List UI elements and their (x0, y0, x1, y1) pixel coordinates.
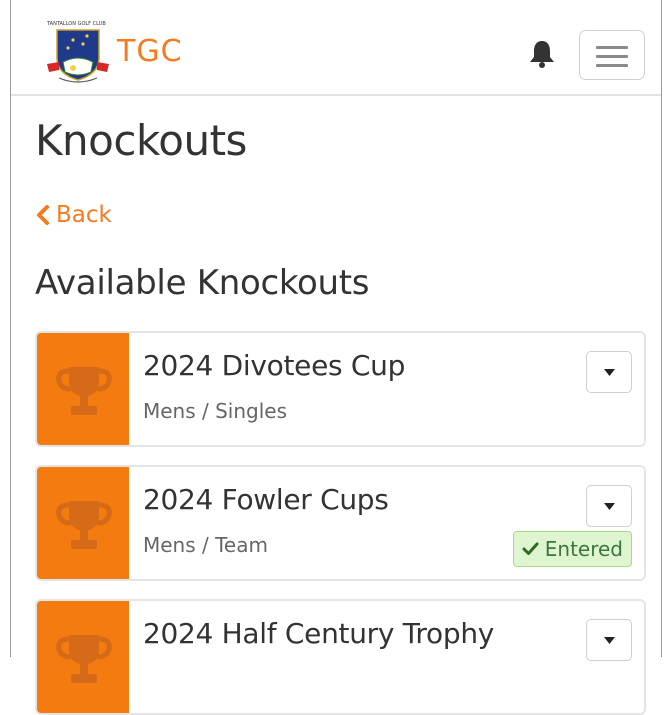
knockout-card[interactable]: 2024 Fowler Cups Mens / Team Entered (35, 465, 646, 581)
bell-icon[interactable] (527, 38, 557, 70)
trophy-icon (56, 635, 112, 683)
knockout-subtitle: Mens / Team (143, 533, 268, 557)
page-title: Knockouts (35, 116, 247, 165)
logo-text: TANTALLON GOLF CLUB (46, 21, 106, 27)
knockout-dropdown-button[interactable] (586, 485, 632, 527)
entered-status-badge: Entered (512, 531, 632, 567)
entered-status-label: Entered (544, 537, 623, 561)
frame-right-border (661, 0, 662, 657)
knockout-title[interactable]: 2024 Half Century Trophy (143, 617, 494, 650)
caret-down-icon (604, 503, 615, 510)
caret-down-icon (604, 637, 615, 644)
frame-left-border (10, 0, 11, 657)
knockout-dropdown-button[interactable] (586, 619, 632, 661)
knockout-card[interactable]: 2024 Half Century Trophy (35, 599, 646, 715)
knockout-thumbnail (37, 467, 129, 579)
top-navbar: TANTALLON GOLF CLUB TGC (11, 0, 661, 96)
hamburger-icon-bar (596, 55, 628, 58)
knockout-title[interactable]: 2024 Fowler Cups (143, 483, 389, 516)
brand-name[interactable]: TGC (117, 34, 183, 69)
chevron-left-icon (37, 205, 49, 225)
section-title: Available Knockouts (35, 263, 370, 303)
back-link[interactable]: Back (36, 202, 112, 228)
knockout-card[interactable]: 2024 Divotees Cup Mens / Singles (35, 331, 646, 447)
hamburger-icon-bar (596, 46, 628, 49)
caret-down-icon (604, 369, 615, 376)
trophy-icon (56, 501, 112, 549)
check-icon (522, 542, 539, 555)
knockout-thumbnail (37, 601, 129, 713)
knockout-thumbnail (37, 333, 129, 445)
knockout-title[interactable]: 2024 Divotees Cup (143, 349, 405, 382)
back-link-label: Back (56, 202, 112, 228)
knockout-subtitle: Mens / Singles (143, 399, 288, 423)
club-crest-logo[interactable]: TANTALLON GOLF CLUB (43, 18, 117, 90)
trophy-icon (56, 367, 112, 415)
menu-toggle-button[interactable] (579, 30, 645, 80)
hamburger-icon-bar (596, 64, 628, 67)
knockout-dropdown-button[interactable] (586, 351, 632, 393)
